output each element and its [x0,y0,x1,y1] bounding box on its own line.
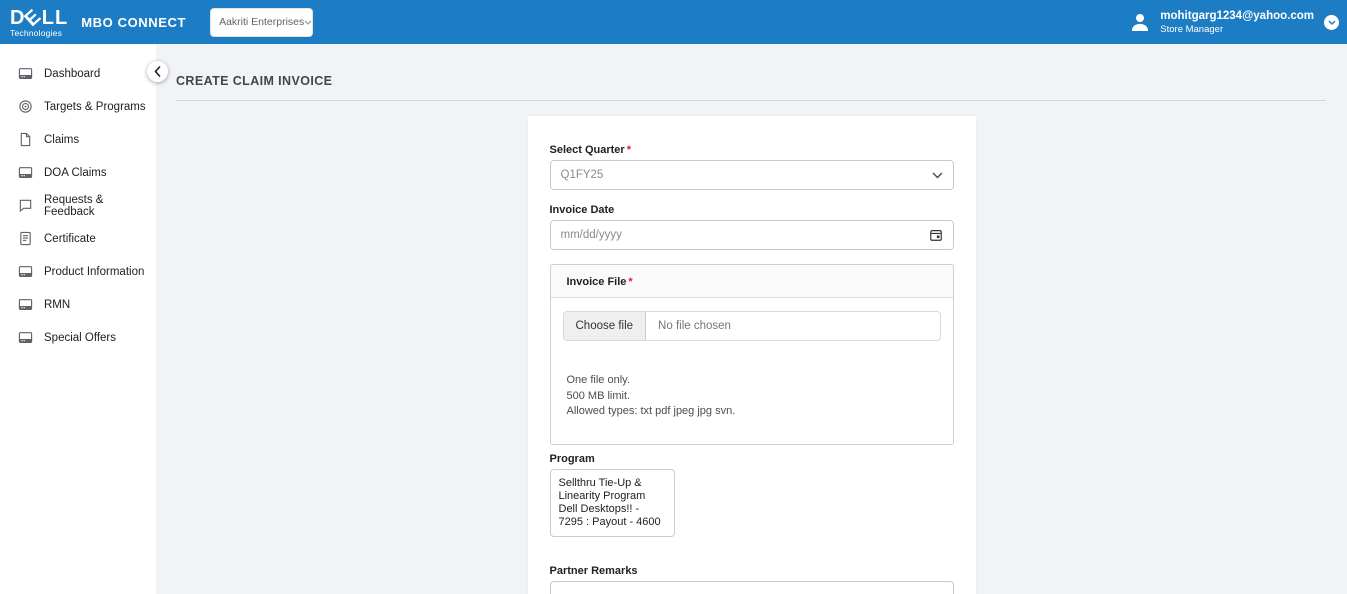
logo-letter: LL [42,8,68,28]
user-account-area: mohitgarg1234@yahoo.com Store Manager [1128,10,1339,35]
select-quarter-dropdown[interactable]: Q1FY25 [550,160,954,190]
web-window-icon [18,297,33,312]
calendar-icon [929,228,943,242]
required-asterisk: * [628,276,632,288]
app-title: MBO CONNECT [81,15,186,30]
program-field: Program Sellthru Tie-Up & Linearity Prog… [550,453,954,537]
document-lines-icon [18,231,33,246]
sidebar-item-rmn[interactable]: RMN [0,288,156,321]
sidebar-item-label: DOA Claims [44,167,107,179]
invoice-file-header: Invoice File* [551,265,953,298]
chevron-down-icon [932,172,943,179]
sidebar-item-requests-feedback[interactable]: Requests & Feedback [0,189,156,222]
sidebar-item-label: Requests & Feedback [44,194,156,218]
page-body: Dashboard Targets & Programs Claims DOA … [0,44,1347,594]
sidebar-item-claims[interactable]: Claims [0,123,156,156]
app-header: DELL Technologies MBO CONNECT Aakriti En… [0,0,1347,44]
web-window-icon [18,165,33,180]
sidebar-item-label: Special Offers [44,332,116,344]
file-icon [18,132,33,147]
invoice-date-placeholder: mm/dd/yyyy [561,229,622,241]
sidebar-item-doa-claims[interactable]: DOA Claims [0,156,156,189]
user-identity: mohitgarg1234@yahoo.com Store Manager [1160,10,1314,35]
partner-remarks-field: Partner Remarks [550,565,954,594]
select-quarter-value: Q1FY25 [561,169,604,181]
select-quarter-field: Select Quarter* Q1FY25 [550,144,954,190]
sidebar-item-product-information[interactable]: Product Information [0,255,156,288]
dell-logo: DELL Technologies [10,8,68,38]
user-avatar-icon [1128,10,1152,34]
file-constraint-line: Allowed types: txt pdf jpeg jpg svn. [567,404,937,420]
select-quarter-label: Select Quarter* [550,144,954,156]
sidebar-item-label: RMN [44,299,70,311]
sidebar-collapse-button[interactable] [147,61,168,82]
user-role: Store Manager [1160,24,1314,35]
partner-remarks-input[interactable] [550,581,954,594]
required-asterisk: * [627,144,631,156]
invoice-date-label: Invoice Date [550,204,954,216]
title-divider [176,100,1326,101]
main-content: CREATE CLAIM INVOICE Select Quarter* Q1F… [156,44,1347,594]
web-window-icon [18,330,33,345]
invoice-date-field: Invoice Date mm/dd/yyyy [550,204,954,250]
sidebar-item-certificate[interactable]: Certificate [0,222,156,255]
file-constraints: One file only. 500 MB limit. Allowed typ… [567,373,937,420]
web-window-icon [18,66,33,81]
invoice-date-input[interactable]: mm/dd/yyyy [550,220,954,250]
dell-logo-subtext: Technologies [10,29,68,38]
page-title: CREATE CLAIM INVOICE [176,74,1347,88]
web-window-icon [18,264,33,279]
sidebar-item-label: Certificate [44,233,96,245]
chevron-down-icon [304,20,312,25]
no-file-chosen-text: No file chosen [658,320,731,332]
sidebar-item-targets-programs[interactable]: Targets & Programs [0,90,156,123]
sidebar-item-label: Claims [44,134,79,146]
store-selector-value: Aakriti Enterprises [219,16,304,28]
dell-logo-text: DELL [10,8,68,28]
program-label: Program [550,453,954,465]
chat-bubble-icon [18,198,33,213]
file-upload-input[interactable]: Choose file No file chosen [563,311,941,341]
invoice-file-label: Invoice File* [567,276,633,288]
sidebar-item-dashboard[interactable]: Dashboard [0,57,156,90]
sidebar-item-label: Dashboard [44,68,100,80]
sidebar-item-special-offers[interactable]: Special Offers [0,321,156,354]
program-option[interactable]: Sellthru Tie-Up & Linearity Program Dell… [559,477,666,529]
file-constraint-line: 500 MB limit. [567,389,937,405]
claim-invoice-form-card: Select Quarter* Q1FY25 Invoice Date mm/d… [528,116,976,594]
choose-file-button[interactable]: Choose file [564,312,647,340]
store-selector-dropdown[interactable]: Aakriti Enterprises [210,8,313,37]
invoice-file-body: Choose file No file chosen One file only… [551,298,953,444]
invoice-file-fieldset: Invoice File* Choose file No file chosen… [550,264,954,445]
partner-remarks-label: Partner Remarks [550,565,954,577]
file-constraint-line: One file only. [567,373,937,389]
target-icon [18,99,33,114]
sidebar-item-label: Targets & Programs [44,101,146,113]
sidebar-nav: Dashboard Targets & Programs Claims DOA … [0,44,156,594]
sidebar-item-label: Product Information [44,266,144,278]
program-listbox[interactable]: Sellthru Tie-Up & Linearity Program Dell… [550,469,675,537]
user-email: mohitgarg1234@yahoo.com [1160,10,1314,22]
user-menu-button[interactable] [1324,15,1339,30]
